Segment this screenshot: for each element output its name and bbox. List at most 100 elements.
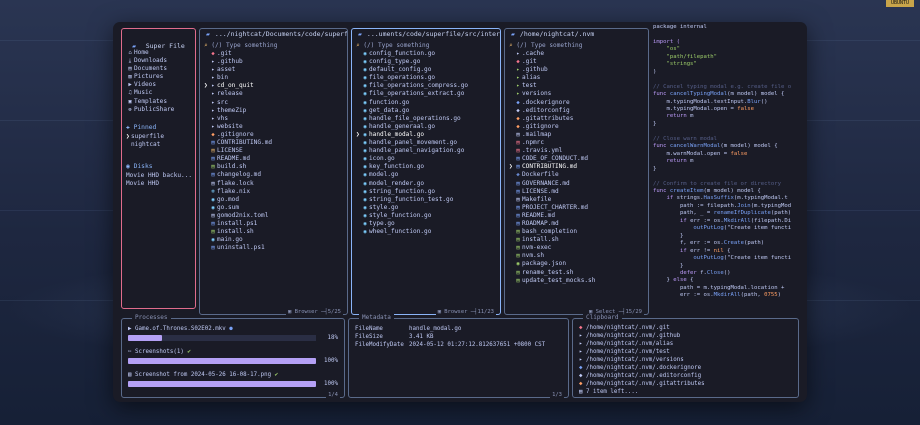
- file-item[interactable]: ▤ .npmrc: [509, 139, 646, 147]
- file-item[interactable]: ▸ themeZip: [204, 107, 345, 115]
- file-item[interactable]: ◉ style.go: [356, 204, 498, 212]
- file-item[interactable]: ▸ .cache: [509, 50, 646, 58]
- file-item[interactable]: ▤ flake.lock: [204, 180, 345, 188]
- clipboard-item[interactable]: ◆ /home/nightcat/.nvm/.editorconfig: [579, 372, 794, 380]
- clipboard-item[interactable]: ▸ /home/nightcat/.nvm/test: [579, 348, 794, 356]
- file-item[interactable]: ◉ default_config.go: [356, 66, 498, 74]
- file-item[interactable]: ▤ nvm-exec: [509, 244, 646, 252]
- file-item[interactable]: ▤ CODE_OF_CONDUCT.md: [509, 155, 646, 163]
- file-item[interactable]: ◉ main.go: [204, 236, 345, 244]
- file-panel-3[interactable]: ▰/home/nightcat/.nvm ⌕ (/) Type something…: [504, 28, 649, 315]
- file-item[interactable]: ◉ model_render.go: [356, 180, 498, 188]
- file-item[interactable]: ◆ .dockerignore: [509, 99, 646, 107]
- file-item[interactable]: ◉ go.sum: [204, 204, 345, 212]
- sidebar-disk-item[interactable]: Movie HHD backu...: [126, 172, 193, 180]
- sidebar-pinned-item[interactable]: ❯ superfile: [126, 133, 193, 141]
- file-item[interactable]: ◉ function.go: [356, 99, 498, 107]
- file-item[interactable]: ◉ model.go: [356, 171, 498, 179]
- process-item[interactable]: ▨ Screenshot from 2024-05-26 16-08-17.pn…: [128, 371, 338, 389]
- file-item[interactable]: ◉ type.go: [356, 220, 498, 228]
- file-item[interactable]: ◆ .gitattributes: [509, 115, 646, 123]
- file-item[interactable]: ▤ ROADMAP.md: [509, 220, 646, 228]
- file-item[interactable]: ▤ GOVERNANCE.md: [509, 180, 646, 188]
- file-item[interactable]: ◆ .editorconfig: [509, 107, 646, 115]
- search-input[interactable]: ⌕ (/) Type something: [509, 41, 646, 50]
- sidebar-item-templates[interactable]: ▣ Templates: [126, 98, 193, 106]
- file-item[interactable]: ▤ LICENSE: [204, 147, 345, 155]
- sidebar-item-publicshare[interactable]: ⊕ PublicShare: [126, 106, 193, 114]
- sidebar-item-downloads[interactable]: ⤓ Downloads: [126, 57, 193, 65]
- file-panel-1[interactable]: ▰ .../nightcat/Documents/code/superfile ⌕ …: [199, 28, 348, 315]
- file-item[interactable]: ◉ handle_panel_navigation.go: [356, 147, 498, 155]
- file-item[interactable]: ◆ .git: [509, 58, 646, 66]
- file-item[interactable]: ◉ file_operations.go: [356, 74, 498, 82]
- file-item[interactable]: ▤ PROJECT_CHARTER.md: [509, 204, 646, 212]
- file-item[interactable]: ▤ README.md: [509, 212, 646, 220]
- file-item[interactable]: ▤ bash_completion: [509, 228, 646, 236]
- file-item[interactable]: ◉ config_function.go: [356, 50, 498, 58]
- file-item[interactable]: ▤ update_test_mocks.sh: [509, 277, 646, 285]
- sidebar-item-videos[interactable]: ▶ Videos: [126, 81, 193, 89]
- file-item[interactable]: ◉ config_type.go: [356, 58, 498, 66]
- file-item[interactable]: ▸ bin: [204, 74, 345, 82]
- process-item[interactable]: ▶ Game.of.Thrones.S02E02.mkv ● 18%: [128, 325, 338, 343]
- clipboard-item[interactable]: ◆ /home/nightcat/.nvm/.gitattributes: [579, 380, 794, 388]
- file-item[interactable]: ▤ CONTRIBUTING.md: [204, 139, 345, 147]
- file-item[interactable]: ▸ vhs: [204, 115, 345, 123]
- process-item[interactable]: ✂ Screenshots(1) ✔ 100%: [128, 348, 338, 366]
- clipboard-item[interactable]: ▸ /home/nightcat/.nvm/versions: [579, 356, 794, 364]
- file-item[interactable]: ▤ build.sh: [204, 163, 345, 171]
- file-item[interactable]: ◉ wheel_function.go: [356, 228, 498, 236]
- file-item[interactable]: ◆ .gitignore: [204, 131, 345, 139]
- file-panel-2[interactable]: ▰ ...uments/code/superfile/src/internal ⌕ …: [351, 28, 501, 315]
- file-item[interactable]: ▤ uninstall.ps1: [204, 244, 345, 252]
- file-item[interactable]: ▸ src: [204, 99, 345, 107]
- file-item[interactable]: ◉ handle_file_operations.go: [356, 115, 498, 123]
- file-item[interactable]: ◉ handle_generaal.go: [356, 123, 498, 131]
- file-item[interactable]: ◉ key_function.go: [356, 163, 498, 171]
- search-input[interactable]: ⌕ (/) Type something: [356, 41, 498, 50]
- file-item[interactable]: ▤ gomod2nix.toml: [204, 212, 345, 220]
- sidebar-item-home[interactable]: ⌂ Home: [126, 49, 193, 57]
- file-item[interactable]: ◉ file_operations_extract.go: [356, 90, 498, 98]
- clipboard-item[interactable]: ◆ /home/nightcat/.nvm/.dockerignore: [579, 364, 794, 372]
- file-item[interactable]: ▤ install.sh: [509, 236, 646, 244]
- sidebar-disk-item[interactable]: Movie HHD: [126, 180, 193, 188]
- file-item[interactable]: ◉ string_function_test.go: [356, 196, 498, 204]
- sidebar-item-pictures[interactable]: ▨ Pictures: [126, 73, 193, 81]
- file-item[interactable]: ▤ README.md: [204, 155, 345, 163]
- file-item[interactable]: ▸ release: [204, 90, 345, 98]
- file-item[interactable]: ▸ asset: [204, 66, 345, 74]
- clipboard-item[interactable]: ▸ /home/nightcat/.nvm/.github: [579, 332, 794, 340]
- sidebar-item-documents[interactable]: ▤ Documents: [126, 65, 193, 73]
- file-item[interactable]: ◉ package.json: [509, 260, 646, 268]
- file-item[interactable]: ▤ install.sh: [204, 228, 345, 236]
- clipboard-item[interactable]: ◆ /home/nightcat/.nvm/.git: [579, 324, 794, 332]
- file-item[interactable]: ▤ install.ps1: [204, 220, 345, 228]
- file-item[interactable]: ▤ .travis.yml: [509, 147, 646, 155]
- file-item[interactable]: ◉ style_function.go: [356, 212, 498, 220]
- clipboard-item[interactable]: ▸ /home/nightcat/.nvm/alias: [579, 340, 794, 348]
- file-item[interactable]: ▸ test: [509, 82, 646, 90]
- file-item[interactable]: ▤ changelog.md: [204, 171, 345, 179]
- file-item[interactable]: ❯ ▸ cd_on_quit: [204, 82, 345, 90]
- file-item[interactable]: ▤ nvm.sh: [509, 252, 646, 260]
- file-item[interactable]: ▸ alias: [509, 74, 646, 82]
- file-item[interactable]: ◈ Dockerfile: [509, 171, 646, 179]
- file-item[interactable]: ◉ handle_panel_movement.go: [356, 139, 498, 147]
- file-item[interactable]: ❯ ◉ handle_modal.go: [356, 131, 498, 139]
- search-input[interactable]: ⌕ (/) Type something: [204, 41, 345, 50]
- file-item[interactable]: ▤ LICENSE.md: [509, 188, 646, 196]
- file-item[interactable]: ◉ string_function.go: [356, 188, 498, 196]
- file-item[interactable]: ▸ website: [204, 123, 345, 131]
- file-item[interactable]: ◉ go.mod: [204, 196, 345, 204]
- file-item[interactable]: ❯ ▤ CONTRIBUTING.md: [509, 163, 646, 171]
- sidebar-item-music[interactable]: ♫ Music: [126, 89, 193, 97]
- file-item[interactable]: ◉ get_data.go: [356, 107, 498, 115]
- file-item[interactable]: ▸ .github: [509, 66, 646, 74]
- file-item[interactable]: ▤ rename_test.sh: [509, 269, 646, 277]
- file-item[interactable]: ▤ Makefile: [509, 196, 646, 204]
- file-item[interactable]: ▸ versions: [509, 90, 646, 98]
- file-item[interactable]: ▸ .github: [204, 58, 345, 66]
- file-item[interactable]: ◆ .git: [204, 50, 345, 58]
